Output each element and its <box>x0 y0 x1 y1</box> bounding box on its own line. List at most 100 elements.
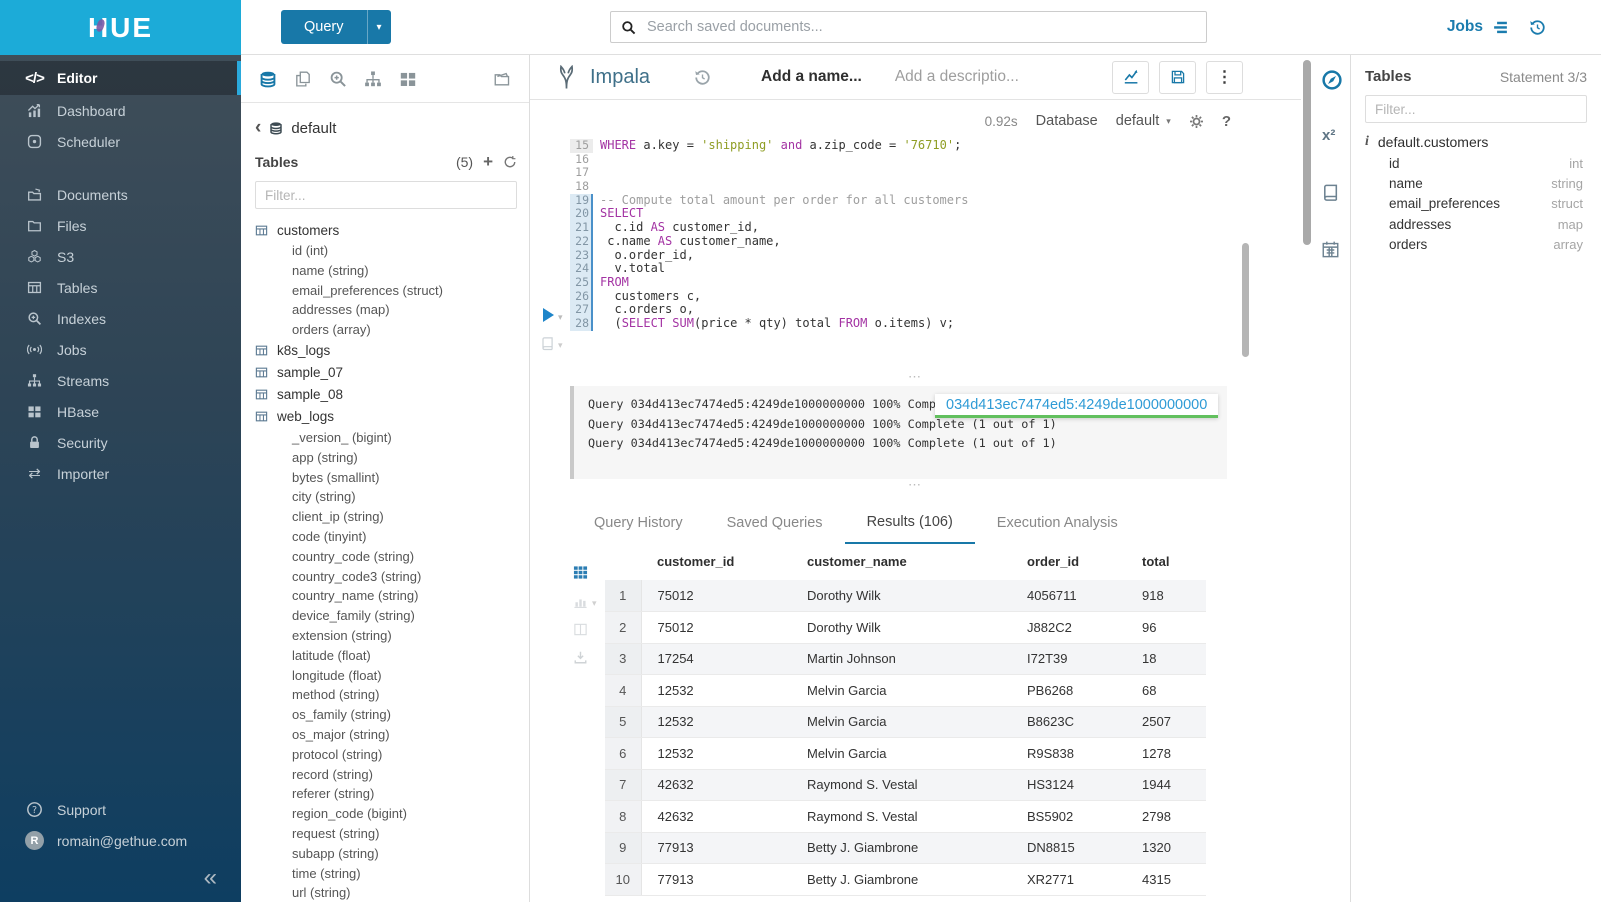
tree-column-item[interactable]: code (tinyint) <box>255 527 517 547</box>
execute-caret-icon[interactable]: ▾ <box>558 312 563 323</box>
query-description-field[interactable]: Add a descriptio... <box>895 68 1019 86</box>
tree-column-item[interactable]: country_code (string) <box>255 547 517 567</box>
documents-copy-icon[interactable] <box>294 70 312 88</box>
chart-caret-icon[interactable]: ▾ <box>592 598 597 609</box>
refresh-icon[interactable] <box>503 155 517 169</box>
tree-column-item[interactable]: country_name (string) <box>255 586 517 606</box>
tree-column-item[interactable]: method (string) <box>255 685 517 705</box>
tree-column-item[interactable]: os_major (string) <box>255 725 517 745</box>
table-row[interactable]: 612532Melvin GarciaR9S8381278 <box>605 738 1206 770</box>
databases-icon[interactable] <box>259 70 277 88</box>
back-chevron-icon[interactable]: ‹ <box>255 117 261 139</box>
help-icon[interactable]: ? <box>1222 113 1231 130</box>
jobs-link[interactable]: Jobs <box>1447 18 1509 36</box>
tree-table-item[interactable]: sample_07 <box>255 362 517 384</box>
table-row[interactable]: 977913Betty J. GiambroneDN88151320 <box>605 832 1206 864</box>
tree-column-item[interactable]: name (string) <box>255 261 517 281</box>
tab-saved-queries[interactable]: Saved Queries <box>705 504 845 543</box>
sidebar-item-security[interactable]: Security <box>0 427 241 458</box>
table-row[interactable]: 842632Raymond S. VestalBS59022798 <box>605 801 1206 833</box>
tree-table-item[interactable]: k8s_logs <box>255 340 517 362</box>
right-filter-input[interactable] <box>1365 95 1587 123</box>
right-column-item[interactable]: email_preferencesstruct <box>1365 194 1587 214</box>
resize-handle[interactable]: ⋯ <box>530 481 1301 491</box>
tree-column-item[interactable]: request (string) <box>255 824 517 844</box>
tree-column-item[interactable]: city (string) <box>255 487 517 507</box>
table-row[interactable]: 742632Raymond S. VestalHS31241944 <box>605 769 1206 801</box>
language-reference-icon[interactable] <box>1321 183 1340 202</box>
tree-column-item[interactable]: subapp (string) <box>255 844 517 864</box>
page-scrollbar[interactable] <box>1303 60 1311 245</box>
new-query-button[interactable]: Query ▾ <box>281 10 391 44</box>
query-dropdown-caret[interactable]: ▾ <box>367 10 391 44</box>
functions-icon[interactable]: x² <box>1322 127 1335 144</box>
columns-icon[interactable] <box>573 622 588 637</box>
bar-chart-icon[interactable] <box>573 594 588 609</box>
assistant-compass-icon[interactable] <box>1321 69 1343 91</box>
right-column-item[interactable]: addressesmap <box>1365 214 1587 234</box>
resize-handle[interactable]: ⋯ <box>530 373 1301 383</box>
search-input[interactable] <box>645 18 1196 36</box>
table-row[interactable]: 275012Dorothy WilkJ882C296 <box>605 612 1206 644</box>
tree-column-item[interactable]: record (string) <box>255 765 517 785</box>
query-history-icon[interactable] <box>694 69 711 86</box>
tree-column-item[interactable]: email_preferences (struct) <box>255 281 517 301</box>
tree-column-item[interactable]: latitude (float) <box>255 646 517 666</box>
tree-column-item[interactable]: referer (string) <box>255 784 517 804</box>
tree-table-item[interactable]: sample_08 <box>255 384 517 406</box>
sidebar-item-scheduler[interactable]: Scheduler <box>0 126 241 157</box>
query-id-tooltip[interactable]: 034d413ec7474ed5:4249de1000000000 <box>935 394 1218 418</box>
tree-column-item[interactable]: os_family (string) <box>255 705 517 725</box>
chart-button[interactable] <box>1112 61 1149 94</box>
tree-column-item[interactable]: orders (array) <box>255 320 517 340</box>
editor-scrollbar[interactable] <box>1242 243 1249 357</box>
sql-code[interactable]: WHERE a.key = 'shipping' and a.zip_code … <box>593 139 1301 393</box>
book-caret-icon[interactable]: ▾ <box>558 340 563 351</box>
column-header[interactable]: total <box>1126 545 1206 580</box>
table-row[interactable]: 412532Melvin GarciaPB626868 <box>605 675 1206 707</box>
history-icon[interactable] <box>1529 19 1546 36</box>
tree-column-item[interactable]: _version_ (bigint) <box>255 428 517 448</box>
grid-view-icon[interactable] <box>573 565 588 580</box>
sidebar-item-dashboard[interactable]: Dashboard <box>0 95 241 126</box>
right-column-item[interactable]: ordersarray <box>1365 235 1587 255</box>
save-button[interactable] <box>1159 61 1196 94</box>
document-search[interactable] <box>610 11 1207 43</box>
sidebar-item-documents[interactable]: Documents <box>0 179 241 210</box>
table-row[interactable]: 512532Melvin GarciaB8623C2507 <box>605 706 1206 738</box>
tree-column-item[interactable]: addresses (map) <box>255 300 517 320</box>
format-book-icon[interactable] <box>540 336 555 351</box>
apps-grid-icon[interactable] <box>399 70 417 88</box>
info-icon[interactable]: i <box>1365 134 1369 150</box>
table-row[interactable]: 1077913Betty J. GiambroneXR27714315 <box>605 864 1206 896</box>
tree-column-item[interactable]: country_code3 (string) <box>255 567 517 587</box>
zoom-plus-icon[interactable] <box>329 70 347 88</box>
hue-logo[interactable]: HUE <box>88 12 153 44</box>
sidebar-item-hbase[interactable]: HBase <box>0 396 241 427</box>
sidebar-item-jobs[interactable]: Jobs <box>0 334 241 365</box>
query-button-label[interactable]: Query <box>281 10 367 44</box>
database-name[interactable]: default <box>291 120 336 137</box>
tree-column-item[interactable]: region_code (bigint) <box>255 804 517 824</box>
sidebar-item-user[interactable]: R romain@gethue.com <box>0 825 241 856</box>
database-select[interactable]: default ▾ <box>1116 113 1171 129</box>
column-header[interactable]: customer_id <box>641 545 791 580</box>
tree-table-item[interactable]: web_logs <box>255 406 517 428</box>
sidebar-item-tables[interactable]: Tables <box>0 272 241 303</box>
column-header[interactable]: customer_name <box>791 545 1011 580</box>
open-folder-icon[interactable] <box>493 70 511 88</box>
tree-column-item[interactable]: extension (string) <box>255 626 517 646</box>
sidebar-item-support[interactable]: ? Support <box>0 794 241 825</box>
download-icon[interactable] <box>573 650 588 665</box>
sidebar-item-files[interactable]: Files <box>0 210 241 241</box>
tree-column-item[interactable]: device_family (string) <box>255 606 517 626</box>
tree-table-item[interactable]: customers <box>255 219 517 241</box>
schedule-icon[interactable] <box>1321 240 1340 259</box>
tree-column-item[interactable]: id (int) <box>255 241 517 261</box>
query-name-field[interactable]: Add a name... <box>761 68 862 86</box>
tree-column-item[interactable]: longitude (float) <box>255 666 517 686</box>
tree-column-item[interactable]: bytes (smallint) <box>255 468 517 488</box>
gear-icon[interactable] <box>1189 114 1204 129</box>
tree-column-item[interactable]: url (string) <box>255 883 517 902</box>
tab-query-history[interactable]: Query History <box>572 504 705 543</box>
